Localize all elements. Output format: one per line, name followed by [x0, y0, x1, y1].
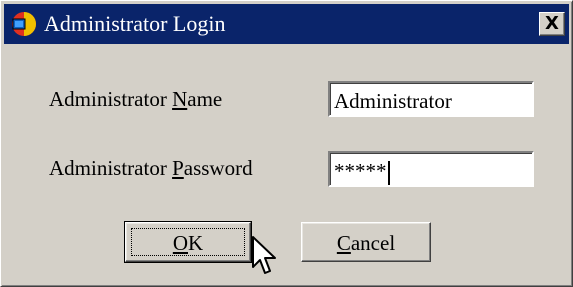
cancel-button-label: ancel: [350, 231, 396, 255]
cancel-button-accelerator: C: [336, 231, 351, 255]
password-label-text-rest: assword: [183, 156, 253, 180]
app-logo-icon: [12, 12, 36, 36]
password-label-accelerator: P: [172, 156, 184, 180]
administrator-password-label: Administrator Password: [49, 156, 253, 181]
administrator-name-label: Administrator Name: [49, 87, 222, 112]
name-input-value: Administrator: [334, 89, 452, 113]
text-caret: [387, 161, 390, 185]
password-label-text: Administrator: [49, 156, 173, 180]
ok-button[interactable]: OK: [124, 221, 252, 263]
focus-rectangle: [131, 228, 245, 256]
login-dialog: Administrator Login X Administrator Name…: [0, 0, 573, 287]
title-bar[interactable]: Administrator Login X: [4, 4, 569, 44]
administrator-password-input[interactable]: *****: [328, 151, 534, 187]
name-label-text-rest: ame: [187, 87, 223, 111]
close-button[interactable]: X: [539, 12, 565, 36]
password-input-value: *****: [334, 159, 387, 183]
close-icon: X: [545, 13, 559, 34]
mouse-pointer-icon: [252, 236, 276, 274]
administrator-name-input[interactable]: Administrator: [328, 81, 534, 117]
window-title: Administrator Login: [44, 11, 226, 36]
name-label-text: Administrator: [49, 87, 173, 111]
cancel-button[interactable]: Cancel: [301, 222, 431, 262]
name-label-accelerator: N: [172, 87, 188, 111]
